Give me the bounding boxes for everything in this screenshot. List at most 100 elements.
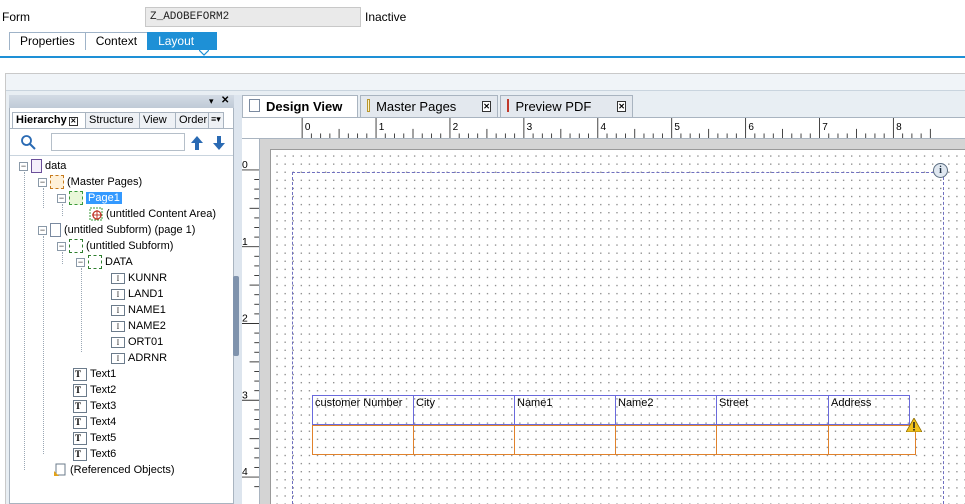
table-cell[interactable] [312, 425, 414, 455]
status-text: Inactive [365, 10, 407, 24]
field-icon: I [111, 320, 125, 332]
tree-node-name2[interactable]: I NAME2 [111, 318, 166, 334]
ruler-label: 6 [748, 122, 754, 133]
field-icon: I [111, 288, 125, 300]
tab-hierarchy[interactable]: Hierarchy ✕ [12, 112, 86, 128]
header-cell-name1[interactable]: Name1 [514, 395, 616, 425]
tab-master-pages[interactable]: Master Pages ✕ [360, 95, 498, 117]
search-input[interactable] [51, 133, 185, 151]
table-cell[interactable] [615, 425, 717, 455]
vertical-ruler: 0 1 2 3 4 [242, 139, 260, 504]
field-icon: I [111, 336, 125, 348]
ruler-label: 2 [453, 122, 459, 133]
tab-preview-pdf[interactable]: Preview PDF ✕ [500, 95, 633, 117]
tree-node-text6[interactable]: T Text6 [73, 446, 116, 462]
tab-properties[interactable]: Properties [9, 32, 86, 50]
designer-toolbar [6, 74, 965, 91]
form-icon [31, 159, 42, 173]
form-label: Form [2, 10, 30, 24]
close-tab-icon[interactable]: ✕ [617, 101, 626, 112]
master-page-icon [367, 99, 371, 112]
header-cell-name2[interactable]: Name2 [615, 395, 717, 425]
tab-divider [10, 128, 233, 129]
close-tab-icon[interactable]: ✕ [482, 101, 491, 112]
header-cell-city[interactable]: City [413, 395, 515, 425]
text-icon: T [73, 383, 87, 397]
tree-node-land1[interactable]: I LAND1 [111, 286, 163, 302]
text-icon: T [73, 367, 87, 381]
tree-node-text3[interactable]: T Text3 [73, 398, 116, 414]
subform-icon [69, 239, 83, 253]
info-icon[interactable]: i [933, 163, 948, 178]
tree-node-content-area[interactable]: (untitled Content Area) [89, 206, 216, 222]
tree-node-text5[interactable]: T Text5 [73, 430, 116, 446]
tab-structure[interactable]: Structure [85, 112, 140, 128]
collapse-icon[interactable]: − [76, 257, 85, 267]
table-cell[interactable] [514, 425, 616, 455]
page-icon [249, 99, 260, 112]
ruler-label: 5 [674, 122, 680, 133]
ruler-label: 4 [242, 467, 248, 478]
tree-node-subform-page1[interactable]: − (untitled Subform) (page 1) [38, 222, 195, 238]
table-cell[interactable] [413, 425, 515, 455]
panel-tabs: Hierarchy ✕ Structure View Order ≡▾ [12, 112, 230, 129]
text-icon: T [73, 431, 87, 445]
tree-node-page1[interactable]: − Page1 [57, 190, 122, 206]
data-table[interactable]: customer Number City Name1 Name2 Street … [312, 395, 916, 455]
ruler-label: 3 [527, 122, 533, 133]
ruler-label: 3 [242, 390, 248, 401]
tree-node-subform[interactable]: − (untitled Subform) [57, 238, 173, 254]
form-name-field[interactable]: Z_ADOBEFORM2 [145, 7, 361, 27]
collapse-icon[interactable]: − [38, 225, 47, 235]
ruler-label: 7 [822, 122, 828, 133]
tab-layout[interactable]: Layout [147, 32, 218, 50]
move-up-icon[interactable] [191, 136, 203, 150]
tree-node-kunnr[interactable]: I KUNNR [111, 270, 167, 286]
collapse-icon[interactable]: − [19, 161, 28, 171]
tree-node-text4[interactable]: T Text4 [73, 414, 116, 430]
ruler-label: 8 [896, 122, 902, 133]
header-cell-customer-number[interactable]: customer Number [312, 395, 414, 425]
tree-node-text2[interactable]: T Text2 [73, 382, 116, 398]
table-cell[interactable] [716, 425, 829, 455]
text-icon: T [73, 447, 87, 461]
panel-close-icon[interactable]: ✕ [221, 95, 229, 106]
pdf-icon [507, 99, 510, 112]
tree-node-text1[interactable]: T Text1 [73, 366, 116, 382]
tab-context[interactable]: Context [84, 32, 149, 50]
close-tab-icon[interactable]: ✕ [68, 117, 78, 126]
text-icon: T [73, 415, 87, 429]
warning-icon[interactable] [906, 418, 922, 432]
referenced-objects-icon [54, 463, 66, 476]
tree-node-data-subform[interactable]: − DATA [76, 254, 133, 270]
ruler-label: 0 [242, 160, 248, 171]
horizontal-ruler: 0 1 2 3 4 5 6 7 8 [242, 117, 965, 139]
panel-menu-icon[interactable]: ▾ [209, 96, 214, 107]
header-cell-address[interactable]: Address [828, 395, 910, 425]
panel-titlebar[interactable] [9, 95, 234, 108]
table-cell[interactable] [828, 425, 916, 455]
move-down-icon[interactable] [213, 136, 225, 150]
tree-node-adrnr[interactable]: I ADRNR [111, 350, 167, 366]
tab-order[interactable]: Order [175, 112, 209, 128]
tree-node-referenced-objects[interactable]: (Referenced Objects) [53, 462, 175, 478]
document-tabs: Design View Master Pages ✕ Preview PDF ✕ [242, 95, 635, 117]
collapse-icon[interactable]: − [57, 193, 66, 203]
hierarchy-tree: − data − (Master Pages) − Page1 (untitle… [13, 158, 233, 488]
content-area-icon [89, 207, 103, 221]
search-icon[interactable] [20, 134, 36, 150]
main-tabs: Properties Context Layout [9, 32, 218, 50]
tab-view[interactable]: View [139, 112, 176, 128]
tab-design-view[interactable]: Design View [242, 95, 358, 117]
tree-node-data[interactable]: − data [19, 158, 66, 174]
ruler-label: 2 [242, 314, 248, 325]
splitter-handle[interactable] [233, 276, 239, 356]
tree-node-ort01[interactable]: I ORT01 [111, 334, 163, 350]
tree-node-master-pages[interactable]: − (Master Pages) [38, 174, 142, 190]
collapse-icon[interactable]: − [38, 177, 47, 187]
tree-node-name1[interactable]: I NAME1 [111, 302, 166, 318]
tab-list-icon[interactable]: ≡▾ [208, 112, 224, 128]
header-cell-street[interactable]: Street [716, 395, 829, 425]
ruler-label: 1 [379, 122, 385, 133]
collapse-icon[interactable]: − [57, 241, 66, 251]
